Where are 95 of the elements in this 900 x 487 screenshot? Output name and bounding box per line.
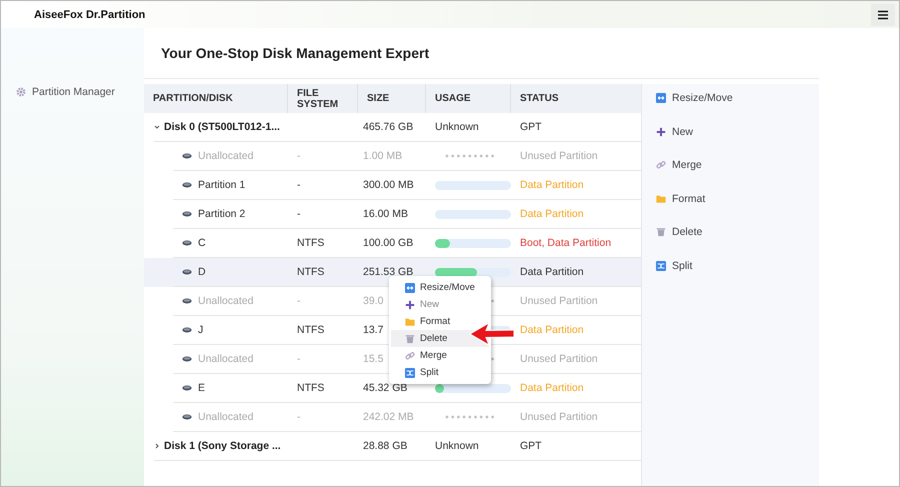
- drive-icon: [182, 296, 192, 306]
- gear-icon: [16, 87, 26, 97]
- split-icon: [405, 368, 415, 378]
- empty-usage-icon: [445, 415, 495, 419]
- drive-icon: [182, 383, 192, 393]
- drive-icon: [182, 354, 192, 364]
- status-cell: Data Partition: [520, 266, 584, 278]
- size-cell: 16.00 MB: [363, 208, 408, 220]
- partition-name: E: [198, 382, 206, 394]
- status-cell: GPT: [520, 440, 542, 452]
- action-button[interactable]: Split: [656, 258, 819, 273]
- menu-item[interactable]: Format: [391, 313, 489, 330]
- size-cell: 28.88 GB: [363, 440, 408, 452]
- status-cell: Unused Partition: [520, 150, 598, 162]
- file-system-cell: NTFS: [297, 266, 324, 278]
- partition-name: C: [198, 237, 206, 249]
- page-heading: Your One-Stop Disk Management Expert: [144, 28, 819, 79]
- menu-item[interactable]: Merge: [391, 347, 489, 364]
- column-header: USAGE: [435, 93, 471, 104]
- drive-icon: [182, 325, 192, 335]
- disk-name: Disk 1 (Sony Storage ...: [164, 440, 281, 452]
- chevron-right-icon[interactable]: [154, 443, 160, 449]
- partition-name: Unallocated: [198, 150, 254, 162]
- action-button[interactable]: Merge: [656, 158, 819, 172]
- size-cell: 45.32 GB: [363, 382, 408, 394]
- action-button[interactable]: Resize/Move: [656, 91, 819, 106]
- status-cell: Boot, Data Partition: [520, 237, 612, 249]
- partition-name: J: [198, 324, 204, 336]
- status-cell: Data Partition: [520, 208, 584, 220]
- trash-icon: [656, 227, 666, 238]
- plus-icon: [656, 126, 666, 137]
- empty-usage-icon: [445, 154, 495, 158]
- column-header: FILE SYSTEM: [297, 88, 340, 110]
- trash-icon: [405, 334, 415, 344]
- column-header: PARTITION/DISK: [153, 93, 233, 104]
- resize-icon: [405, 282, 415, 292]
- file-system-cell: -: [297, 353, 300, 365]
- folder-icon: [656, 194, 666, 204]
- split-icon: [656, 260, 666, 271]
- status-cell: Unused Partition: [520, 353, 598, 365]
- status-cell: GPT: [520, 121, 542, 133]
- usage-text: Unknown: [435, 121, 479, 133]
- size-cell: 1.00 MB: [363, 150, 402, 162]
- status-cell: Data Partition: [520, 179, 584, 191]
- file-system-cell: -: [297, 150, 300, 162]
- action-button[interactable]: Delete: [656, 225, 819, 240]
- status-cell: Unused Partition: [520, 295, 598, 307]
- resize-icon: [656, 93, 666, 104]
- menu-item[interactable]: Split: [391, 364, 489, 381]
- partition-name: Unallocated: [198, 411, 254, 423]
- drive-icon: [182, 180, 192, 190]
- sidebar-item[interactable]: Partition Manager: [16, 86, 115, 98]
- menu-item[interactable]: Resize/Move: [391, 279, 489, 296]
- link-icon: [405, 350, 415, 360]
- file-system-cell: NTFS: [297, 324, 324, 336]
- size-cell: 300.00 MB: [363, 179, 414, 191]
- size-cell: 13.7: [363, 324, 384, 336]
- file-system-cell: NTFS: [297, 237, 324, 249]
- partition-name: D: [198, 266, 206, 278]
- plus-icon: [405, 300, 415, 310]
- drive-icon: [182, 412, 192, 422]
- column-header: STATUS: [520, 93, 559, 104]
- drive-icon: [182, 151, 192, 161]
- link-icon: [656, 160, 666, 170]
- action-button[interactable]: Format: [656, 192, 819, 206]
- size-cell: 39.0: [363, 295, 384, 307]
- size-cell: 465.76 GB: [363, 121, 414, 133]
- file-system-cell: NTFS: [297, 382, 324, 394]
- action-button[interactable]: New: [656, 124, 819, 139]
- column-header: SIZE: [367, 93, 390, 104]
- drive-icon: [182, 238, 192, 248]
- app-title: AiseeFox Dr.Partition: [34, 8, 146, 20]
- file-system-cell: -: [297, 295, 300, 307]
- folder-icon: [405, 316, 415, 326]
- size-cell: 100.00 GB: [363, 237, 414, 249]
- menu-button[interactable]: [871, 4, 895, 26]
- partition-name: Partition 2: [198, 208, 246, 220]
- usage-text: Unknown: [435, 440, 479, 452]
- chevron-down-icon[interactable]: [154, 124, 160, 130]
- drive-icon: [182, 209, 192, 219]
- status-cell: Data Partition: [520, 324, 584, 336]
- file-system-cell: -: [297, 179, 300, 191]
- size-cell: 15.5: [363, 353, 384, 365]
- status-cell: Data Partition: [520, 382, 584, 394]
- file-system-cell: -: [297, 411, 300, 423]
- menu-icon: [878, 10, 888, 20]
- disk-name: Disk 0 (ST500LT012-1...: [164, 121, 280, 133]
- file-system-cell: -: [297, 208, 300, 220]
- drive-icon: [182, 267, 192, 277]
- status-cell: Unused Partition: [520, 411, 598, 423]
- size-cell: 251.53 GB: [363, 266, 414, 278]
- partition-name: Unallocated: [198, 295, 254, 307]
- partition-name: Partition 1: [198, 179, 246, 191]
- size-cell: 242.02 MB: [363, 411, 414, 423]
- partition-name: Unallocated: [198, 353, 254, 365]
